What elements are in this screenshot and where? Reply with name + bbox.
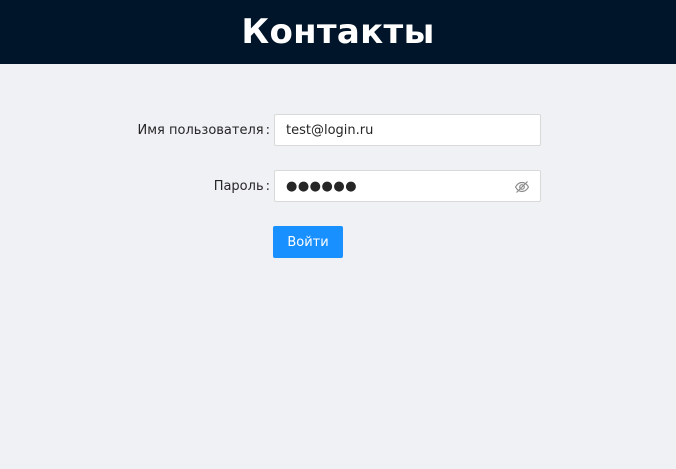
page-header: Контакты (0, 0, 676, 64)
password-field[interactable]: ●●●●●● (274, 170, 541, 202)
username-label: Имя пользователя: (138, 114, 271, 146)
password-label: Пароль: (214, 170, 270, 202)
password-label-text: Пароль (213, 178, 264, 194)
login-button[interactable]: Войти (273, 226, 343, 258)
password-input-value[interactable]: ●●●●●● (286, 179, 357, 194)
login-form-area: Имя пользователя: test@login.ru Пароль: … (0, 64, 676, 469)
username-row: Имя пользователя: test@login.ru (0, 114, 676, 146)
password-row: Пароль: ●●●●●● (0, 170, 676, 202)
username-label-colon: : (265, 122, 270, 138)
username-label-text: Имя пользователя (137, 122, 264, 138)
password-label-colon: : (265, 178, 270, 194)
eye-invisible-icon[interactable] (514, 179, 530, 195)
page-title: Контакты (241, 12, 435, 52)
username-input-value[interactable]: test@login.ru (286, 123, 373, 138)
username-field[interactable]: test@login.ru (274, 114, 541, 146)
